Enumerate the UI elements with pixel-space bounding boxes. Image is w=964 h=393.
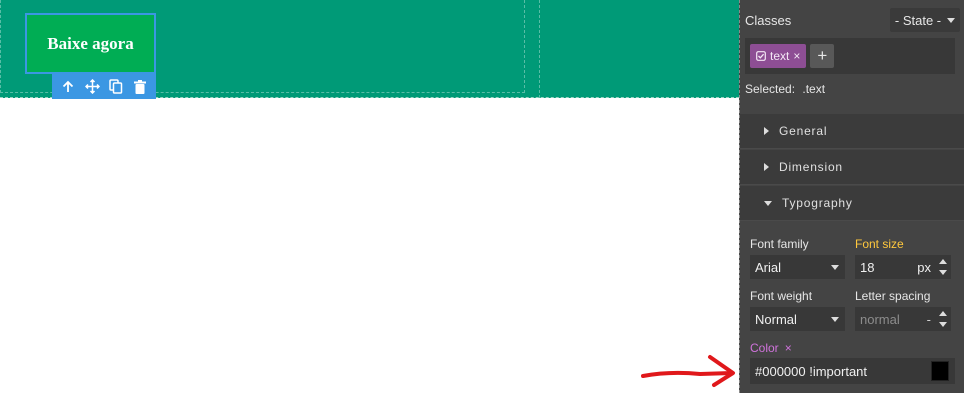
font-weight-select[interactable]: Normal <box>750 307 845 331</box>
letter-spacing-value: normal <box>860 311 900 327</box>
letter-spacing-label: Letter spacing <box>855 289 931 303</box>
chevron-down-icon <box>831 317 839 322</box>
class-tag[interactable]: text × <box>750 44 807 68</box>
font-size-label: Font size <box>855 237 904 251</box>
caret-right-icon <box>764 163 769 171</box>
color-input[interactable]: #000000 !important <box>750 358 955 384</box>
sector-label: Dimension <box>779 160 843 174</box>
sector-typography[interactable]: Typography <box>740 186 964 221</box>
delete-icon[interactable] <box>131 78 149 96</box>
style-manager-panel: Classes - State - text × + Selected: .te… <box>739 0 964 393</box>
selected-value: .text <box>802 82 826 96</box>
color-value: #000000 !important <box>755 363 868 379</box>
letter-spacing-input[interactable]: normal - <box>855 307 951 331</box>
element-toolbar <box>52 74 156 99</box>
state-select[interactable]: - State - <box>890 8 960 32</box>
column-outline <box>539 0 739 98</box>
selected-label: Selected: <box>745 82 796 96</box>
sector-general[interactable]: General <box>740 114 964 149</box>
add-class-button[interactable]: + <box>810 44 835 68</box>
move-icon[interactable] <box>83 78 101 96</box>
class-tag-label: text <box>770 49 790 63</box>
close-icon[interactable]: × <box>793 49 800 63</box>
font-size-unit[interactable]: px <box>917 260 931 275</box>
clear-color-icon[interactable]: × <box>785 341 792 355</box>
caret-down-icon <box>764 200 772 206</box>
arrow-up-icon[interactable] <box>59 78 77 96</box>
letter-spacing-stepper[interactable] <box>939 311 947 327</box>
letter-spacing-unit[interactable]: - <box>927 312 931 327</box>
font-family-label: Font family <box>750 237 809 251</box>
sector-label: Typography <box>782 196 853 210</box>
font-size-stepper[interactable] <box>939 259 947 275</box>
font-family-select[interactable]: Arial <box>750 255 845 279</box>
sector-label: General <box>779 124 828 138</box>
classes-title: Classes <box>745 12 792 28</box>
color-label: Color <box>750 341 779 355</box>
download-button-label: Baixe agora <box>47 33 134 53</box>
chevron-down-icon <box>831 265 839 270</box>
chevron-down-icon <box>947 17 956 23</box>
red-arrow-annotation <box>641 355 735 387</box>
class-tags-box: text × + <box>745 38 955 74</box>
sector-dimension[interactable]: Dimension <box>740 150 964 185</box>
font-family-value: Arial <box>755 259 782 275</box>
editor-canvas[interactable]: Baixe agora <box>0 0 739 393</box>
classes-header: Classes - State - <box>745 8 960 32</box>
copy-icon[interactable] <box>107 78 125 96</box>
caret-right-icon <box>764 127 769 135</box>
download-button-element[interactable]: Baixe agora <box>25 13 156 74</box>
font-weight-label: Font weight <box>750 289 813 303</box>
color-label-row: Color × <box>750 341 792 355</box>
state-select-label: - State - <box>894 12 942 28</box>
checkbox-checked-icon[interactable] <box>756 51 766 61</box>
selected-class-row: Selected: .text <box>745 82 825 96</box>
color-swatch[interactable] <box>931 361 949 381</box>
font-size-input[interactable]: 18 px <box>855 255 951 279</box>
font-size-value: 18 <box>860 259 875 275</box>
font-weight-value: Normal <box>755 311 797 327</box>
